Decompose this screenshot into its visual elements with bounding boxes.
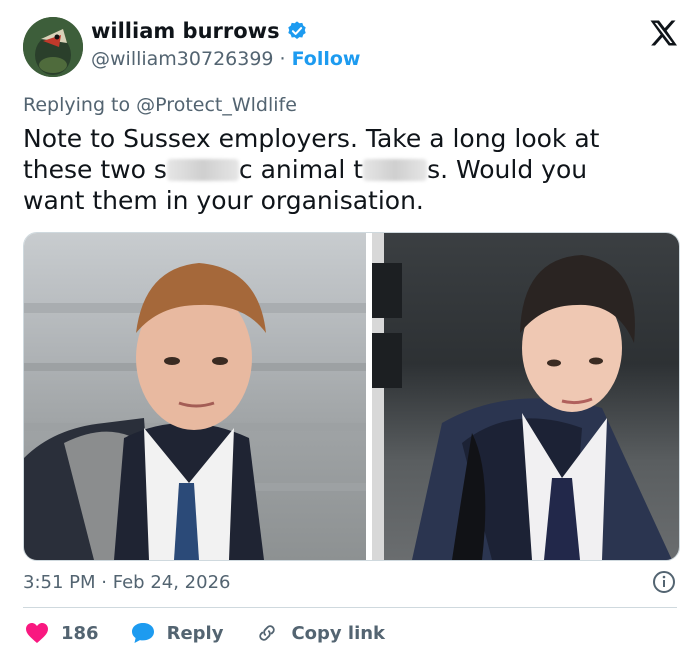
reply-prefix: Replying to	[23, 94, 131, 116]
reply-mention-link[interactable]: @Protect_Wldlife	[136, 94, 297, 116]
bird-avatar-icon	[23, 17, 83, 77]
portrait-photo-icon	[24, 263, 366, 560]
reply-bubble-icon	[131, 623, 154, 643]
info-icon[interactable]	[652, 570, 676, 594]
tweet-timestamp[interactable]: 3:51 PM · Feb 24, 2026	[23, 572, 230, 593]
tweet-line-2-part-c: s. Would you	[427, 155, 588, 184]
reply-button[interactable]: Reply	[131, 622, 224, 644]
reply-label: Reply	[166, 622, 224, 644]
tweet-line-1: Note to Sussex employers. Take a long lo…	[23, 124, 600, 153]
copy-link-label: Copy link	[291, 622, 386, 644]
author-handle-row: @william30726399 · Follow	[91, 48, 360, 70]
tweet-line-2: these two s c animal t s. Would you	[23, 154, 663, 185]
link-icon	[259, 625, 276, 641]
tweet-media[interactable]	[23, 232, 680, 561]
like-count: 186	[61, 622, 99, 644]
author-avatar[interactable]	[23, 17, 83, 77]
author-name[interactable]: william burrows	[91, 19, 280, 43]
author-name-row: william burrows	[91, 19, 308, 43]
tweet-card: william burrows @william30726399 · Follo…	[0, 0, 700, 663]
reply-context: Replying to @Protect_Wldlife	[23, 94, 297, 116]
tweet-line-2-part-a: these two s	[23, 155, 167, 184]
tweet-date: Feb 24, 2026	[112, 572, 231, 593]
separator-dot: ·	[279, 48, 286, 70]
tweet-line-2-part-b: c animal t	[238, 155, 364, 184]
tweet-actions: 186 Reply Copy link	[25, 622, 417, 644]
redaction-blur	[166, 159, 239, 181]
follow-button[interactable]: Follow	[292, 48, 361, 70]
redaction-blur	[363, 159, 428, 181]
portrait-photo-icon	[372, 233, 672, 560]
tweet-time: 3:51 PM	[23, 572, 96, 593]
photo-left[interactable]	[24, 233, 366, 560]
x-logo-icon[interactable]	[648, 18, 678, 48]
tweet-text: Note to Sussex employers. Take a long lo…	[23, 123, 663, 216]
heart-icon	[26, 623, 48, 643]
copy-link-button[interactable]: Copy link	[255, 622, 385, 644]
separator-dot: ·	[101, 572, 107, 593]
tweet-line-3: want them in your organisation.	[23, 186, 424, 215]
divider	[23, 607, 677, 608]
verified-badge-icon	[287, 21, 306, 39]
author-handle[interactable]: @william30726399	[91, 48, 274, 70]
like-button[interactable]: 186	[25, 622, 99, 644]
photo-right[interactable]	[372, 233, 679, 560]
